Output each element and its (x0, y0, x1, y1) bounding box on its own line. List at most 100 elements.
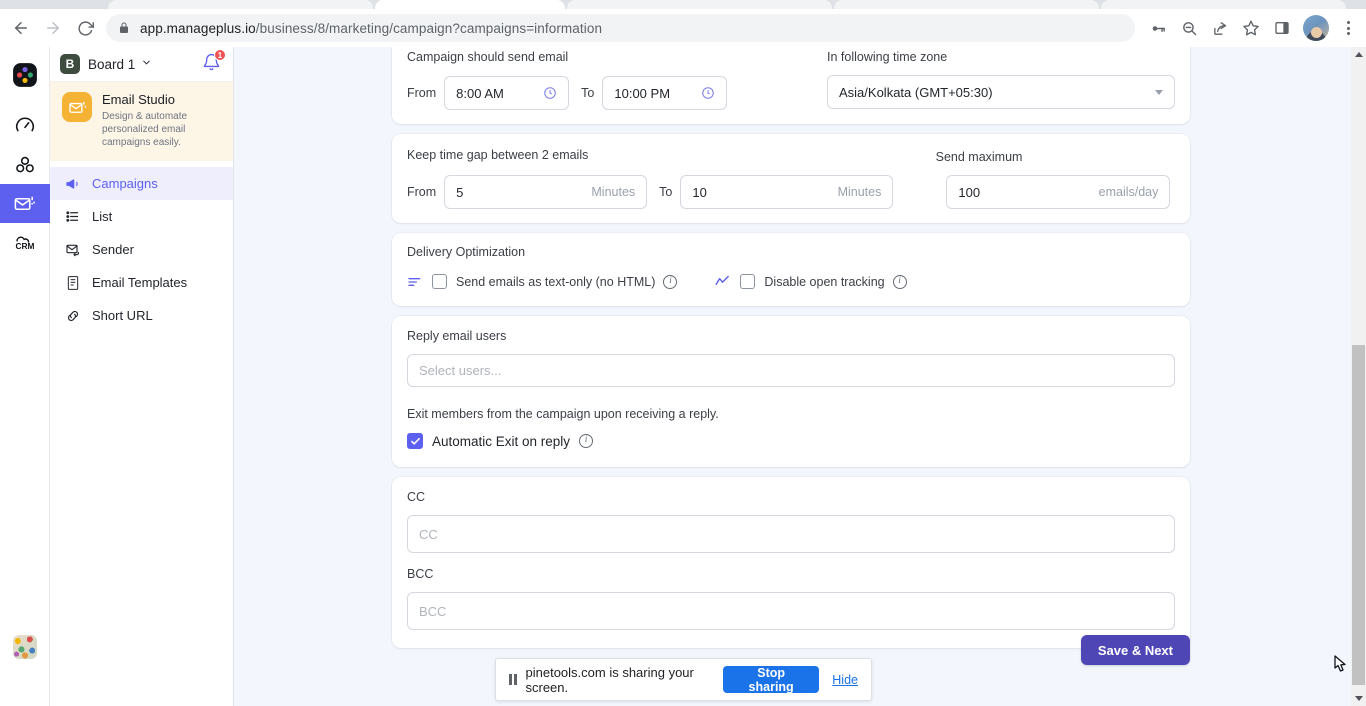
clock-icon[interactable] (543, 86, 557, 100)
browser-tab[interactable] (567, 0, 832, 9)
browser-tab[interactable] (1101, 0, 1346, 9)
gap-to-label: To (659, 185, 673, 199)
back-arrow-icon[interactable] (6, 13, 36, 43)
reload-icon[interactable] (70, 13, 100, 43)
sidebar-item-label: Sender (92, 242, 134, 257)
time-gap-card: Keep time gap between 2 emails Send maxi… (392, 134, 1190, 223)
send-maximum-value: 100 (958, 184, 981, 200)
forward-arrow-icon[interactable] (38, 13, 68, 43)
screen-sharing-bar: pinetools.com is sharing your screen. St… (495, 658, 872, 701)
email-studio-icon (62, 92, 92, 122)
address-bar[interactable]: app.manageplus.io/business/8/marketing/c… (106, 14, 1135, 42)
sidebar-item-short-url[interactable]: Short URL (50, 299, 233, 332)
cc-label: CC (407, 490, 426, 504)
send-window-card: Campaign should send email From 8:00 AM … (392, 47, 1190, 124)
browser-toolbar: app.manageplus.io/business/8/marketing/c… (0, 9, 1366, 47)
info-icon[interactable]: i (892, 274, 907, 289)
scroll-up-arrow-icon[interactable] (1351, 47, 1366, 62)
timezone-select[interactable]: Asia/Kolkata (GMT+05:30) (827, 75, 1175, 109)
bcc-label: BCC (407, 567, 434, 581)
app-logo[interactable] (0, 55, 50, 94)
send-to-time-input[interactable]: 10:00 PM (602, 76, 728, 110)
list-icon (64, 209, 81, 224)
send-maximum-unit: emails/day (1098, 185, 1159, 199)
sender-envelope-icon (64, 242, 81, 258)
send-window-label: Campaign should send email (407, 50, 569, 64)
chevron-down-icon (141, 55, 152, 73)
star-icon[interactable] (1236, 13, 1266, 43)
bcc-placeholder: BCC (419, 603, 447, 619)
sidebar-item-email-templates[interactable]: Email Templates (50, 266, 233, 299)
info-icon[interactable]: i (579, 434, 594, 448)
cc-input[interactable]: CC (407, 515, 1175, 553)
url-domain: app.manageplus.io (140, 20, 256, 36)
svg-text:CRM: CRM (15, 241, 34, 251)
rail-item-email-marketing[interactable] (0, 184, 50, 223)
link-icon (64, 308, 81, 324)
email-studio-card[interactable]: Email Studio Design & automate personali… (50, 81, 233, 161)
stop-sharing-button[interactable]: Stop sharing (722, 666, 820, 694)
to-label: To (581, 86, 595, 100)
browser-tab[interactable] (108, 0, 373, 9)
sidebar-item-campaigns[interactable]: Campaigns (50, 167, 233, 200)
sidebar-item-label: Email Templates (92, 275, 188, 290)
board-initial: B (60, 54, 80, 74)
share-icon[interactable] (1205, 13, 1235, 43)
gap-to-unit: Minutes (837, 185, 882, 199)
page-scrollbar[interactable] (1351, 47, 1366, 706)
board-selector[interactable]: B Board 1 1 (50, 47, 233, 81)
gap-from-input[interactable]: 5 Minutes (444, 175, 648, 209)
web-page: CRM B Board 1 1 Email Studio Design & au… (0, 47, 1366, 706)
gap-to-input[interactable]: 10 Minutes (680, 175, 894, 209)
gap-from-value: 5 (456, 184, 464, 200)
text-only-checkbox[interactable] (432, 274, 447, 289)
text-lines-icon (407, 274, 423, 290)
sidebar-item-list[interactable]: List (50, 200, 233, 233)
gap-to-value: 10 (692, 184, 707, 200)
profile-avatar[interactable] (1303, 15, 1329, 41)
time-gap-label: Keep time gap between 2 emails (407, 148, 589, 162)
url-path: /business/8/marketing/campaign?campaigns… (255, 20, 603, 36)
sidebar-item-sender[interactable]: Sender (50, 233, 233, 266)
reply-users-select[interactable]: Select users... (407, 354, 1175, 387)
cc-placeholder: CC (419, 526, 438, 542)
side-panel-icon[interactable] (1267, 13, 1297, 43)
reply-users-placeholder: Select users... (419, 363, 502, 378)
three-dot-menu-icon[interactable] (1335, 13, 1361, 43)
pause-icon (509, 674, 517, 685)
reply-email-users-label: Reply email users (407, 329, 507, 343)
rail-item-crm[interactable]: CRM (0, 223, 50, 262)
megaphone-icon (64, 176, 81, 192)
scrollbar-thumb[interactable] (1352, 345, 1365, 685)
save-and-next-button[interactable]: Save & Next (1080, 635, 1190, 665)
key-icon[interactable] (1143, 13, 1173, 43)
sidebar-nav: Campaigns List Sender Email Templates Sh… (50, 161, 233, 332)
browser-tab[interactable] (834, 0, 1099, 9)
disable-tracking-checkbox[interactable] (740, 274, 756, 289)
rail-item-dashboard[interactable] (0, 106, 50, 145)
email-studio-subtitle: Design & automate personalized email cam… (102, 111, 188, 148)
zoom-out-icon[interactable] (1174, 13, 1204, 43)
delivery-optimization-label: Delivery Optimization (407, 245, 526, 259)
hide-link[interactable]: Hide (832, 673, 858, 687)
browser-tab-active[interactable] (375, 0, 565, 9)
reply-users-card: Reply email users Select users... Exit m… (392, 316, 1190, 467)
browser-window: app.manageplus.io/business/8/marketing/c… (0, 0, 1366, 706)
sidebar-item-label: List (92, 209, 113, 224)
automatic-exit-checkbox[interactable] (407, 433, 423, 449)
notifications-button[interactable]: 1 (202, 49, 226, 77)
rail-item-teams[interactable] (0, 145, 50, 184)
bcc-input[interactable]: BCC (407, 592, 1175, 630)
timezone-label: In following time zone (827, 50, 948, 64)
sidebar-item-label: Campaigns (92, 176, 158, 191)
info-icon[interactable]: i (663, 274, 678, 289)
clock-icon[interactable] (701, 86, 715, 100)
timezone-value: Asia/Kolkata (GMT+05:30) (839, 84, 993, 100)
disable-tracking-label: Disable open tracking (764, 274, 885, 289)
send-from-time-input[interactable]: 8:00 AM (444, 76, 570, 110)
send-maximum-input[interactable]: 100 emails/day (946, 175, 1171, 209)
scroll-down-arrow-icon[interactable] (1351, 691, 1366, 706)
user-avatar[interactable] (13, 635, 37, 659)
email-studio-title: Email Studio (102, 92, 175, 107)
mouse-cursor (1331, 654, 1351, 678)
